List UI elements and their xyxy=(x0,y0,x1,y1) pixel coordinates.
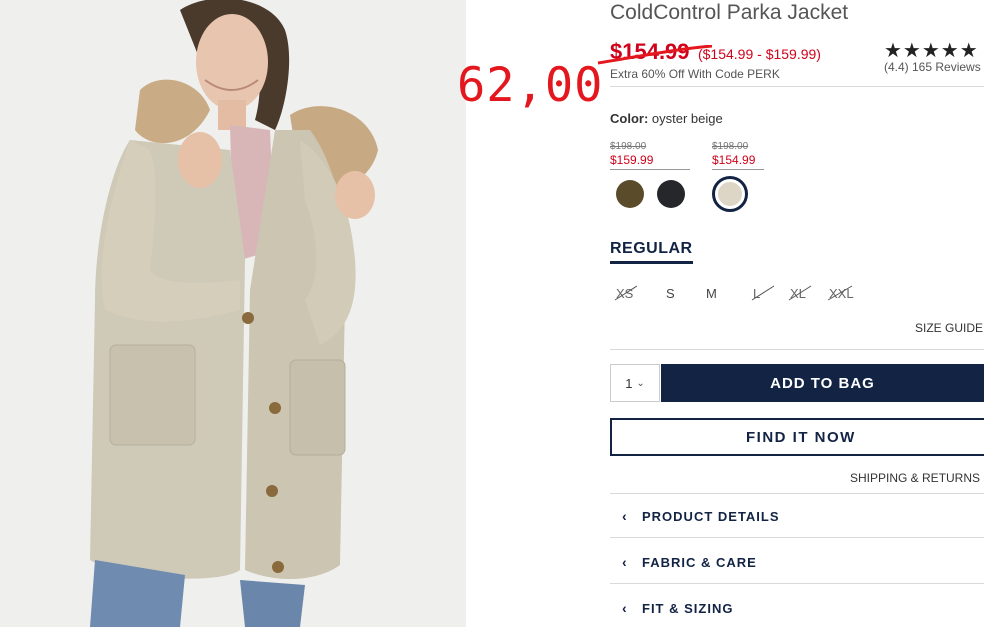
color-selection-label: Color: oyster beige xyxy=(610,111,723,126)
divider xyxy=(610,537,984,538)
unavailable-slash-icon xyxy=(751,285,775,301)
chevron-left-icon: ‹ xyxy=(622,554,627,570)
color-label: Color: xyxy=(610,111,649,126)
price-row: $154.99 ($154.99 - $159.99) xyxy=(597,39,821,65)
promo-text: Extra 60% Off With Code PERK xyxy=(610,67,780,81)
shipping-returns-link[interactable]: SHIPPING & RETURNS xyxy=(850,471,980,485)
swatch-price-group: $198.00 $159.99 xyxy=(610,141,654,167)
chevron-left-icon: ‹ xyxy=(622,600,627,616)
divider xyxy=(610,349,984,350)
quantity-select[interactable]: 1 ⌄ xyxy=(610,364,660,402)
color-value: oyster beige xyxy=(651,111,723,126)
swatch-price-group: $198.00 $154.99 xyxy=(712,141,756,167)
unavailable-slash-icon xyxy=(788,285,812,301)
swatch-olive[interactable] xyxy=(616,180,644,208)
divider xyxy=(610,169,690,170)
stars-icon: ★★★★★ xyxy=(884,40,979,62)
sale-price: $154.99 xyxy=(712,153,756,167)
size-option-s[interactable]: S xyxy=(666,286,675,301)
size-option-xxl[interactable]: XXL xyxy=(827,285,854,301)
divider xyxy=(610,86,984,87)
handwritten-strikethrough xyxy=(597,45,713,65)
price-range: ($154.99 - $159.99) xyxy=(697,46,821,62)
tab-regular[interactable]: REGULAR xyxy=(610,240,693,264)
sale-price: $159.99 xyxy=(610,153,654,167)
reviews-link[interactable]: (4.4) 165 Reviews xyxy=(884,60,981,74)
size-label: S xyxy=(666,286,675,301)
size-option-m[interactable]: M xyxy=(706,286,717,301)
swatch-oyster-beige[interactable] xyxy=(712,176,748,212)
accordion-label: FABRIC & CARE xyxy=(642,554,757,570)
original-price: $198.00 xyxy=(610,141,647,152)
accordion-product-details[interactable]: ‹ PRODUCT DETAILS xyxy=(610,501,984,531)
unavailable-slash-icon xyxy=(827,285,853,301)
divider xyxy=(712,169,764,170)
divider xyxy=(610,493,984,494)
find-it-now-button[interactable]: FIND IT NOW xyxy=(610,418,984,456)
quantity-value: 1 xyxy=(625,375,633,391)
size-option-l[interactable]: L xyxy=(751,285,775,301)
chevron-down-icon: ⌄ xyxy=(636,377,645,389)
accordion-label: PRODUCT DETAILS xyxy=(642,508,780,524)
size-option-xl[interactable]: XL xyxy=(788,285,812,301)
size-guide-link[interactable]: SIZE GUIDE xyxy=(915,321,983,335)
current-price: $154.99 xyxy=(597,39,713,65)
product-image[interactable] xyxy=(0,0,466,627)
size-option-xs[interactable]: XS xyxy=(614,285,638,301)
divider xyxy=(610,583,984,584)
handwritten-price-annotation: 62,00 xyxy=(457,58,604,113)
swatch-black[interactable] xyxy=(657,180,685,208)
size-label: M xyxy=(706,286,717,301)
accordion-fit-sizing[interactable]: ‹ FIT & SIZING xyxy=(610,593,984,623)
accordion-fabric-care[interactable]: ‹ FABRIC & CARE xyxy=(610,547,984,577)
chevron-left-icon: ‹ xyxy=(622,508,627,524)
original-price: $198.00 xyxy=(712,141,749,152)
unavailable-slash-icon xyxy=(614,285,638,301)
product-title: ColdControl Parka Jacket xyxy=(610,1,849,24)
add-to-bag-button[interactable]: ADD TO BAG xyxy=(661,364,984,402)
accordion-label: FIT & SIZING xyxy=(642,600,734,616)
